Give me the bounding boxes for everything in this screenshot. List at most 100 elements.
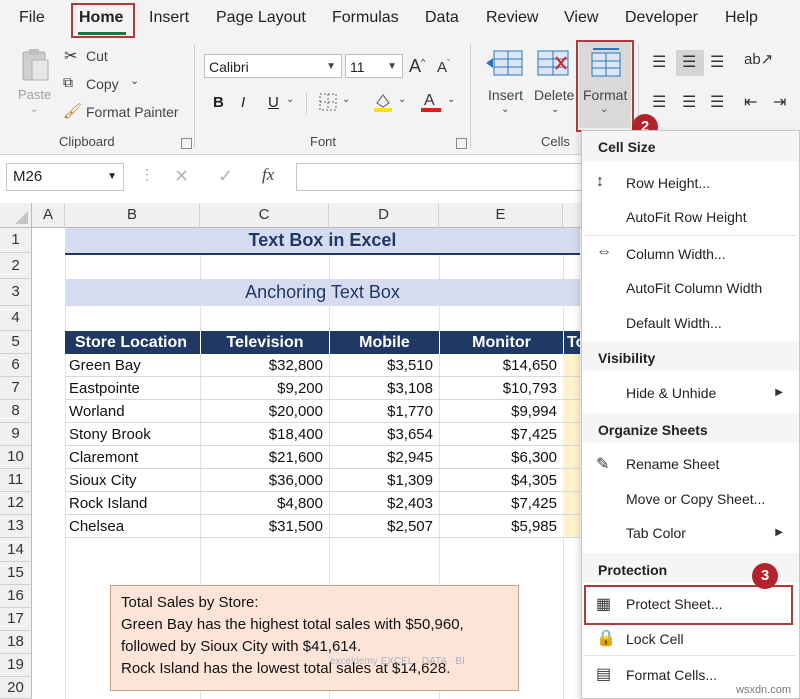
align-center-icon[interactable]: ☰ <box>682 92 696 112</box>
menu-item-rename-sheet[interactable]: Rename Sheet <box>626 456 719 472</box>
table-cell[interactable]: $2,507 <box>329 515 439 538</box>
clipboard-launcher-icon[interactable] <box>181 138 192 149</box>
column-header[interactable]: B <box>65 203 200 228</box>
orientation-icon[interactable]: ab↗ <box>744 50 773 68</box>
table-header[interactable]: Mobile <box>329 331 439 354</box>
menu-item-format-cells[interactable]: Format Cells... <box>626 667 717 683</box>
decrease-font-icon[interactable]: Aˇ <box>437 58 450 76</box>
table-cell[interactable]: $2,403 <box>329 492 439 515</box>
select-all-corner[interactable] <box>0 203 32 228</box>
paste-button[interactable]: Paste <box>18 87 51 102</box>
row-header[interactable]: 5 <box>0 331 32 354</box>
insert-function-icon[interactable]: fx <box>262 165 274 185</box>
total-cell-partial[interactable] <box>563 400 580 423</box>
row-header[interactable]: 7 <box>0 377 32 400</box>
row-header[interactable]: 9 <box>0 423 32 446</box>
table-cell[interactable]: $5,985 <box>439 515 563 538</box>
table-cell[interactable]: $31,500 <box>200 515 329 538</box>
row-header[interactable]: 6 <box>0 354 32 377</box>
total-cell-partial[interactable] <box>563 423 580 446</box>
row-header[interactable]: 12 <box>0 492 32 515</box>
table-cell[interactable]: $36,000 <box>200 469 329 492</box>
fill-color-icon[interactable] <box>372 91 394 113</box>
tab-insert[interactable]: Insert <box>149 9 189 27</box>
italic-button[interactable]: I <box>241 94 245 111</box>
table-cell[interactable]: $3,654 <box>329 423 439 446</box>
table-cell[interactable]: Claremont <box>65 446 200 469</box>
fill-color-dropdown-icon[interactable]: ⌄ <box>398 94 406 105</box>
table-cell[interactable]: Chelsea <box>65 515 200 538</box>
table-header[interactable]: Store Location <box>65 331 200 354</box>
total-cell-partial[interactable] <box>563 492 580 515</box>
table-cell[interactable]: $3,510 <box>329 354 439 377</box>
row-header[interactable]: 4 <box>0 306 32 331</box>
table-cell[interactable]: $21,600 <box>200 446 329 469</box>
delete-cells-icon[interactable] <box>536 48 574 78</box>
font-color-dropdown-icon[interactable]: ⌄ <box>447 94 455 105</box>
delete-button[interactable]: Delete <box>534 87 574 103</box>
table-header[interactable]: Television <box>200 331 329 354</box>
formula-input[interactable] <box>296 163 586 191</box>
row-header[interactable]: 1 <box>0 228 32 253</box>
tab-page-layout[interactable]: Page Layout <box>216 9 306 27</box>
cancel-icon[interactable]: ✕ <box>174 166 189 187</box>
total-cell-partial[interactable] <box>563 354 580 377</box>
align-right-icon[interactable]: ☰ <box>710 92 724 112</box>
table-cell[interactable]: $4,305 <box>439 469 563 492</box>
menu-item-lock-cell[interactable]: Lock Cell <box>626 631 684 647</box>
tab-data[interactable]: Data <box>425 9 459 27</box>
row-header[interactable]: 10 <box>0 446 32 469</box>
table-cell[interactable]: Green Bay <box>65 354 200 377</box>
row-header[interactable]: 2 <box>0 253 32 279</box>
row-header[interactable]: 20 <box>0 677 32 699</box>
align-left-icon[interactable]: ☰ <box>652 92 666 112</box>
table-cell[interactable]: Worland <box>65 400 200 423</box>
tab-file[interactable]: File <box>19 9 45 27</box>
tab-view[interactable]: View <box>564 9 598 27</box>
insert-cells-icon[interactable] <box>486 48 524 78</box>
borders-icon[interactable] <box>318 92 338 112</box>
table-cell[interactable]: $10,793 <box>439 377 563 400</box>
tab-review[interactable]: Review <box>486 9 538 27</box>
total-cell-partial[interactable] <box>563 469 580 492</box>
column-header[interactable]: E <box>439 203 563 228</box>
tab-developer[interactable]: Developer <box>625 9 698 27</box>
table-cell[interactable]: Sioux City <box>65 469 200 492</box>
enter-icon[interactable]: ✓ <box>218 166 233 187</box>
menu-item-autofit-column-width[interactable]: AutoFit Column Width <box>626 280 762 296</box>
align-bottom-icon[interactable]: ☰ <box>710 52 724 72</box>
table-cell[interactable]: $3,108 <box>329 377 439 400</box>
menu-item-row-height[interactable]: Row Height... <box>626 175 710 191</box>
row-header[interactable]: 15 <box>0 562 32 585</box>
column-header[interactable]: A <box>32 203 65 228</box>
table-cell[interactable]: $18,400 <box>200 423 329 446</box>
row-header[interactable]: 13 <box>0 515 32 538</box>
menu-item-tab-color[interactable]: Tab Color <box>626 525 686 541</box>
table-cell[interactable]: $6,300 <box>439 446 563 469</box>
table-cell[interactable]: Eastpointe <box>65 377 200 400</box>
more-options-icon[interactable]: ⋮ <box>140 166 154 183</box>
row-header[interactable]: 8 <box>0 400 32 423</box>
table-cell[interactable]: $4,800 <box>200 492 329 515</box>
paste-icon[interactable] <box>20 48 50 82</box>
table-header[interactable]: To <box>563 331 580 354</box>
borders-dropdown-icon[interactable]: ⌄ <box>342 94 350 105</box>
table-cell[interactable]: $9,200 <box>200 377 329 400</box>
insert-dropdown-icon[interactable]: ⌄ <box>501 104 509 115</box>
font-name-combo[interactable]: Calibri ▼ <box>204 54 342 78</box>
table-cell[interactable]: $32,800 <box>200 354 329 377</box>
delete-dropdown-icon[interactable]: ⌄ <box>551 104 559 115</box>
column-header[interactable]: D <box>329 203 439 228</box>
text-box[interactable]: Total Sales by Store: Green Bay has the … <box>110 585 519 691</box>
copy-button[interactable]: Copy <box>86 76 119 92</box>
align-top-icon[interactable]: ☰ <box>652 52 666 72</box>
sheet-subtitle[interactable]: Anchoring Text Box <box>65 279 580 306</box>
sheet-title[interactable]: Text Box in Excel <box>65 228 580 255</box>
row-header[interactable]: 3 <box>0 279 32 306</box>
font-size-combo[interactable]: 11 ▼ <box>345 54 403 78</box>
copy-dropdown-icon[interactable]: ⌄ <box>130 74 139 87</box>
table-cell[interactable]: $1,309 <box>329 469 439 492</box>
chevron-down-icon[interactable]: ▼ <box>107 164 117 190</box>
table-cell[interactable]: $9,994 <box>439 400 563 423</box>
table-cell[interactable]: Rock Island <box>65 492 200 515</box>
